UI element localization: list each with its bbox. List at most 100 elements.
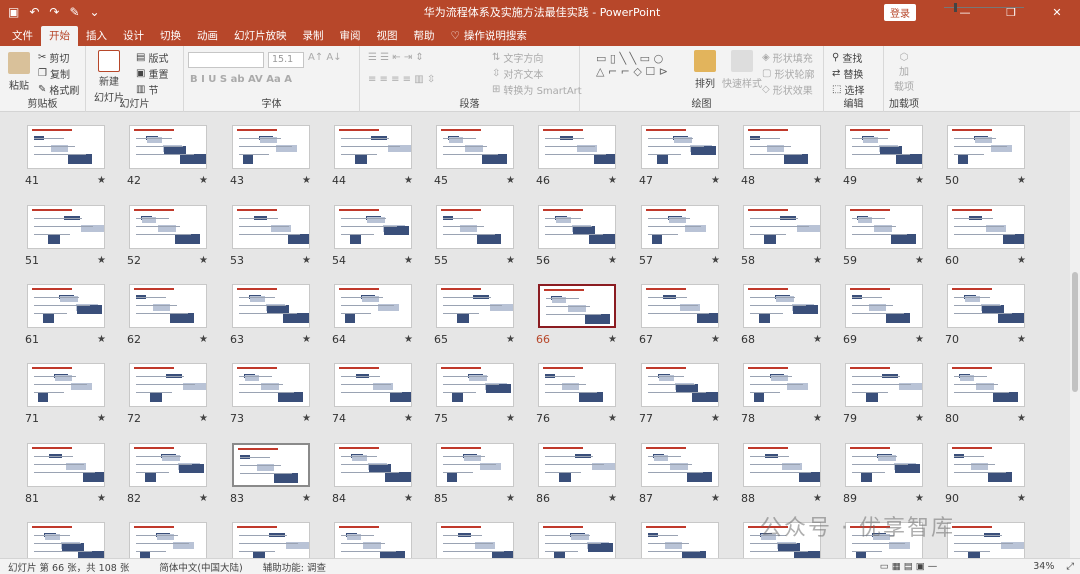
slide-thumbnail[interactable] xyxy=(743,284,821,328)
slide-thumbnail[interactable] xyxy=(538,205,616,249)
slide-thumbnail[interactable] xyxy=(129,522,207,558)
slide-thumbnail[interactable] xyxy=(641,284,719,328)
text-direction-button[interactable]: ⇅ 文字方向 xyxy=(492,50,543,65)
slide-thumbnail[interactable] xyxy=(436,125,514,169)
accessibility-status[interactable]: 辅助功能: 调查 xyxy=(263,560,326,574)
find-button[interactable]: ⚲ 查找 xyxy=(832,50,862,65)
slide-thumbnail[interactable] xyxy=(743,125,821,169)
slide-thumbnail[interactable] xyxy=(232,443,310,487)
layout-button[interactable]: ▤ 版式 xyxy=(136,50,168,65)
slide-thumbnail[interactable] xyxy=(743,363,821,407)
slide-thumbnail[interactable] xyxy=(538,522,616,558)
undo-icon[interactable]: ↶ xyxy=(29,5,39,19)
slide-thumbnail[interactable] xyxy=(845,284,923,328)
slide-thumbnail[interactable] xyxy=(232,284,310,328)
tab-home[interactable]: 开始 xyxy=(41,26,78,46)
font-size-combo[interactable]: 15.1 xyxy=(268,52,304,68)
slide-thumbnail[interactable] xyxy=(947,205,1025,249)
slide-thumbnail[interactable] xyxy=(232,522,310,558)
slide-thumbnail[interactable] xyxy=(334,443,412,487)
addins-button[interactable]: ⬡ 加 载项 xyxy=(894,52,914,93)
slide-thumbnail[interactable] xyxy=(129,284,207,328)
slide-thumbnail[interactable] xyxy=(129,125,207,169)
slide-count[interactable]: 幻灯片 第 66 张，共 108 张 xyxy=(8,560,129,574)
tab-record[interactable]: 录制 xyxy=(295,26,332,46)
slide-thumbnail[interactable] xyxy=(129,443,207,487)
customize-toolbar-icon[interactable]: ⌄ xyxy=(90,5,100,19)
slide-thumbnail[interactable] xyxy=(947,284,1025,328)
shape-fill-button[interactable]: ◈ 形状填充 xyxy=(762,50,813,65)
slide-thumbnail[interactable] xyxy=(129,363,207,407)
tab-animations[interactable]: 动画 xyxy=(189,26,226,46)
slide-thumbnail[interactable] xyxy=(947,443,1025,487)
arrange-button[interactable]: 排列 xyxy=(694,50,716,90)
tell-me-search[interactable]: ♡ 操作说明搜索 xyxy=(443,26,535,46)
tab-view[interactable]: 视图 xyxy=(369,26,406,46)
align-icons[interactable]: ≡ ≡ ≡ ≡ ▥ ⇳ xyxy=(368,74,435,85)
list-icons[interactable]: ☰ ☰ ⇤ ⇥ ⇕ xyxy=(368,52,424,63)
slide-thumbnail[interactable] xyxy=(538,443,616,487)
reset-button[interactable]: ▣ 重置 xyxy=(136,66,168,81)
slide-thumbnail[interactable] xyxy=(743,205,821,249)
slide-thumbnail[interactable] xyxy=(232,125,310,169)
replace-button[interactable]: ⇄ 替换 xyxy=(832,66,863,81)
slide-thumbnail[interactable] xyxy=(232,363,310,407)
save-icon[interactable]: ▣ xyxy=(8,5,19,19)
zoom-level[interactable]: 34% xyxy=(1033,561,1054,572)
slide-thumbnail[interactable] xyxy=(538,363,616,407)
fit-window-icon[interactable]: ⤢ xyxy=(1066,561,1074,572)
tab-transitions[interactable]: 切换 xyxy=(152,26,189,46)
slide-thumbnail[interactable] xyxy=(27,284,105,328)
slide-thumbnail[interactable] xyxy=(27,522,105,558)
slide-thumbnail[interactable] xyxy=(538,125,616,169)
vertical-scrollbar[interactable] xyxy=(1070,112,1080,558)
tab-help[interactable]: 帮助 xyxy=(406,26,443,46)
scrollbar-thumb[interactable] xyxy=(1072,272,1078,392)
slide-thumbnail[interactable] xyxy=(641,205,719,249)
slide-thumbnail[interactable] xyxy=(334,205,412,249)
slide-thumbnail[interactable] xyxy=(947,125,1025,169)
tab-design[interactable]: 设计 xyxy=(115,26,152,46)
slide-thumbnail[interactable] xyxy=(641,125,719,169)
quick-styles-button[interactable]: 快速样式 xyxy=(722,50,762,90)
shapes-gallery[interactable]: ▭ ▯ ╲ ╲ ▭ ○ △ ⌐ ⌐ ◇ ☐ ⊳ xyxy=(596,52,668,78)
slide-thumbnail[interactable] xyxy=(845,363,923,407)
tab-slideshow[interactable]: 幻灯片放映 xyxy=(226,26,295,46)
copy-button[interactable]: ❐ 复制 xyxy=(38,66,70,81)
slide-thumbnail[interactable] xyxy=(27,363,105,407)
slide-thumbnail[interactable] xyxy=(743,443,821,487)
language-status[interactable]: 简体中文(中国大陆) xyxy=(159,560,242,574)
paste-button[interactable]: 粘贴 xyxy=(8,52,30,92)
font-name-combo[interactable] xyxy=(188,52,264,68)
slide-thumbnail[interactable] xyxy=(436,522,514,558)
slide-thumbnail[interactable] xyxy=(436,363,514,407)
slide-thumbnail[interactable] xyxy=(947,522,1025,558)
slide-thumbnail[interactable] xyxy=(334,363,412,407)
slide-thumbnail[interactable] xyxy=(845,125,923,169)
login-button[interactable]: 登录 xyxy=(884,3,916,21)
slide-thumbnail[interactable] xyxy=(27,205,105,249)
slide-thumbnail[interactable] xyxy=(538,284,616,328)
slide-thumbnail[interactable] xyxy=(641,443,719,487)
slide-thumbnail[interactable] xyxy=(334,522,412,558)
shape-outline-button[interactable]: ▢ 形状轮廓 xyxy=(762,66,814,81)
redo-icon[interactable]: ↷ xyxy=(49,5,59,19)
slide-thumbnail[interactable] xyxy=(947,363,1025,407)
slide-thumbnail[interactable] xyxy=(845,443,923,487)
slide-thumbnail[interactable] xyxy=(129,205,207,249)
format-buttons[interactable]: B I U S ab AV Aa A xyxy=(190,74,292,85)
view-icons[interactable]: ▭ ▦ ▤ ▣ — xyxy=(880,561,937,572)
font-grow-icon[interactable]: A↑ A↓ xyxy=(308,52,342,63)
slide-thumbnail[interactable] xyxy=(845,205,923,249)
tab-file[interactable]: 文件 xyxy=(4,26,41,46)
slide-thumbnail[interactable] xyxy=(27,125,105,169)
align-text-button[interactable]: ⇳ 对齐文本 xyxy=(492,66,543,81)
slide-thumbnail[interactable] xyxy=(436,205,514,249)
zoom-slider-knob[interactable] xyxy=(954,3,957,12)
tab-review[interactable]: 审阅 xyxy=(332,26,369,46)
slide-thumbnail[interactable] xyxy=(27,443,105,487)
tab-insert[interactable]: 插入 xyxy=(78,26,115,46)
slide-thumbnail[interactable] xyxy=(436,443,514,487)
slide-thumbnail[interactable] xyxy=(232,205,310,249)
close-button[interactable]: ✕ xyxy=(1034,6,1080,19)
